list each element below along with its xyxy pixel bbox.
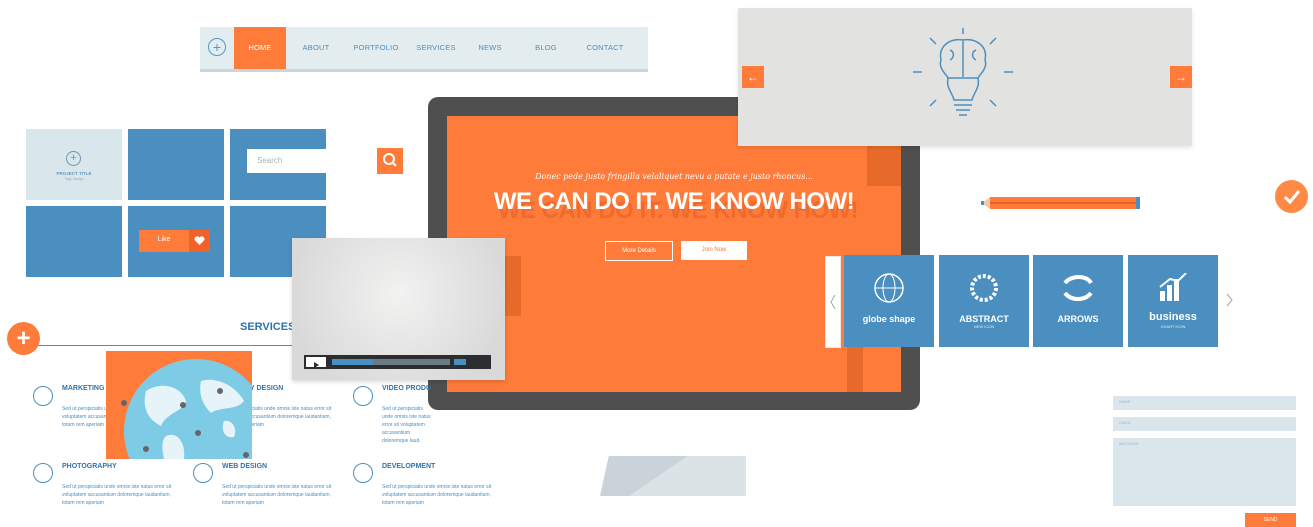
message-placeholder: MESSAGE — [1119, 441, 1139, 446]
logo-name: ARROWS — [1057, 314, 1099, 324]
service-text: Sed ut perspiciatis unde omnis iste natu… — [222, 484, 332, 506]
project-title: PROJECT TITLE — [56, 171, 92, 176]
logo-tile-globe[interactable]: globe shape — [844, 255, 934, 347]
nav-item-blog[interactable]: BLOG — [528, 27, 564, 69]
message-field[interactable]: MESSAGE — [1113, 438, 1296, 506]
logo-name: globe shape — [862, 314, 916, 324]
chevron-left-icon — [830, 294, 836, 310]
play-button[interactable] — [306, 357, 326, 368]
services-divider — [22, 345, 307, 346]
monitor-screen — [447, 116, 901, 392]
search-button[interactable] — [377, 148, 403, 174]
hero-subtitle: Donec pede justo fringilla velaliquet ne… — [535, 172, 813, 181]
volume-bar[interactable] — [454, 359, 466, 365]
service-title: DEVELOPMENT — [382, 463, 436, 470]
carousel-prev-button[interactable] — [825, 256, 841, 348]
project-tile[interactable]: + PROJECT TITLE Tags Design — [26, 129, 122, 200]
world-map-image — [106, 351, 252, 459]
logo-tile-business[interactable]: business CHART ICON — [1128, 255, 1218, 347]
nav-plus-icon[interactable]: + — [208, 38, 226, 56]
arrow-right-icon[interactable]: → — [1170, 66, 1192, 88]
check-fab-button[interactable] — [1275, 180, 1308, 213]
logo-name: ABSTRACT — [959, 314, 1009, 324]
camera-icon — [33, 463, 53, 483]
send-button[interactable]: SEND — [1245, 513, 1296, 527]
name-field[interactable]: NAME — [1113, 396, 1296, 410]
video-controls — [304, 355, 491, 369]
nav-item-contact[interactable]: CONTACT — [580, 27, 630, 69]
service-title: VIDEO PRODU — [382, 385, 432, 392]
check-icon — [1283, 190, 1301, 205]
nav-item-portfolio[interactable]: PORTFOLIO — [348, 27, 404, 69]
search-placeholder: Search — [257, 156, 283, 165]
abstract-logo-icon — [970, 274, 998, 302]
grid-tile[interactable] — [26, 206, 122, 277]
like-button[interactable]: Like — [139, 230, 210, 252]
pencil-graphic — [981, 197, 1140, 209]
lightbulb-brain-icon — [913, 28, 1013, 116]
email-field[interactable]: EMAIL — [1113, 417, 1296, 431]
service-title: PHOTOGRAPHY — [62, 463, 117, 470]
video-progress-track[interactable] — [332, 359, 450, 365]
arrows-logo-icon — [1063, 275, 1093, 301]
chart-logo-icon — [1159, 273, 1187, 301]
arrow-left-icon[interactable]: ← — [742, 66, 764, 88]
search-icon — [383, 153, 397, 167]
nav-item-services[interactable]: SERVICES — [410, 27, 462, 69]
nav-item-home[interactable]: HOME — [234, 27, 286, 69]
services-title: SERVICES — [240, 321, 296, 333]
logo-name: business — [1149, 311, 1197, 323]
globe-logo-icon — [874, 273, 904, 303]
plus-fab-button[interactable]: + — [7, 322, 40, 355]
megaphone-icon — [33, 386, 53, 406]
logo-tile-abstract[interactable]: ABSTRACT NEW ICON — [939, 255, 1029, 347]
service-title: WEB DESIGN — [222, 463, 268, 470]
service-title: MARKETING — [62, 385, 105, 392]
heart-icon — [189, 230, 210, 252]
code-icon — [353, 463, 373, 483]
search-input[interactable]: Search — [247, 149, 327, 173]
logo-subtitle: CHART ICON — [1160, 324, 1186, 329]
service-title: Y DESIGN — [250, 385, 284, 392]
video-progress-fill — [332, 359, 374, 365]
more-details-button[interactable]: More Details — [605, 241, 673, 261]
top-nav: + HOME ABOUT PORTFOLIO SERVICES NEWS BLO… — [200, 27, 648, 69]
name-placeholder: NAME — [1119, 399, 1131, 404]
monitor-icon — [193, 463, 213, 483]
project-subtitle: Tags Design — [64, 177, 84, 181]
plus-icon: + — [66, 151, 81, 166]
service-text: Sed ut perspiciatis unde omnis iste natu… — [62, 484, 172, 506]
join-now-button[interactable]: Join Now — [681, 241, 747, 260]
chevron-right-icon[interactable] — [1224, 292, 1236, 308]
video-camera-icon — [353, 386, 373, 406]
logo-tile-arrows[interactable]: ARROWS — [1033, 255, 1123, 347]
logo-subtitle: NEW ICON — [973, 324, 995, 329]
like-label: Like — [157, 236, 171, 243]
email-placeholder: EMAIL — [1119, 420, 1132, 425]
nav-item-about[interactable]: ABOUT — [296, 27, 336, 69]
grid-tile[interactable] — [128, 129, 224, 200]
play-icon — [314, 362, 319, 368]
service-text: Sed ut perspiciatis unde omnis iste natu… — [382, 484, 492, 506]
lightbulb-slider: ← → — [738, 8, 1192, 146]
nav-item-news[interactable]: NEWS — [472, 27, 508, 69]
service-text: Sed ut perspiciatis unde omnis iste natu… — [382, 406, 431, 444]
hero-title: WE CAN DO IT. WE KNOW HOW! — [493, 188, 855, 215]
